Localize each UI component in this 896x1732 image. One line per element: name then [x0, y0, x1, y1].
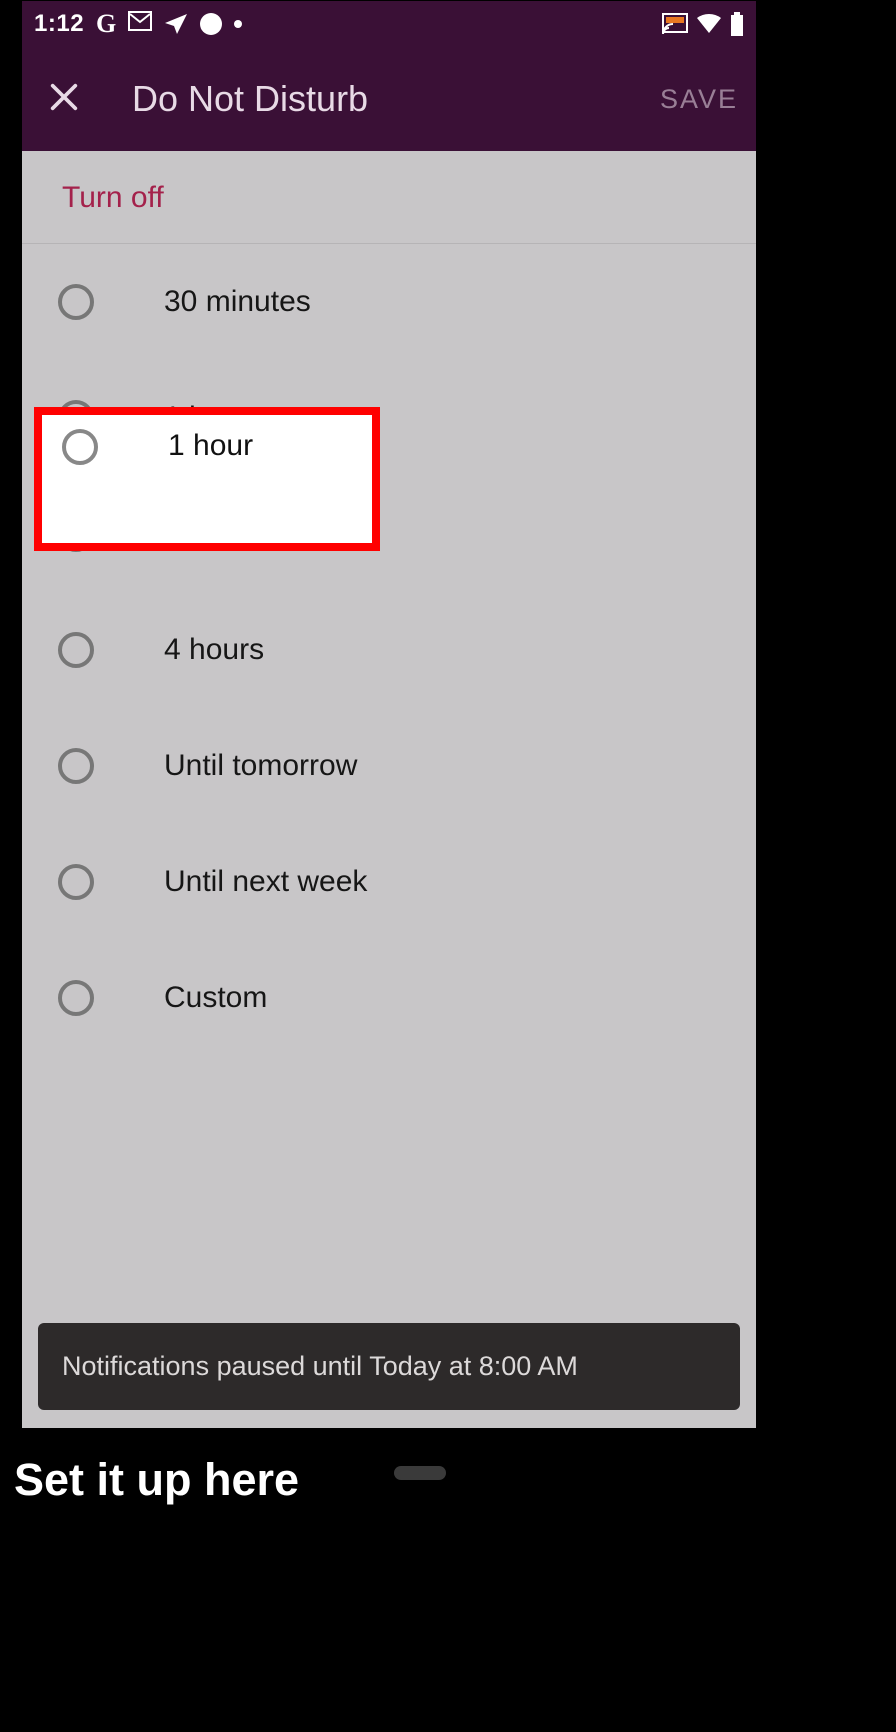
option-label: Custom: [164, 981, 267, 1015]
status-time: 1:12: [34, 10, 84, 38]
option-custom[interactable]: Custom: [22, 940, 756, 1056]
radio-icon: [58, 864, 94, 900]
radio-icon: [58, 748, 94, 784]
options-list: 30 minutes 1 hour 2 hours 4 hours Until …: [22, 244, 756, 1056]
close-button[interactable]: [40, 75, 88, 123]
battery-icon: [730, 12, 744, 36]
app-header: Do Not Disturb SAVE: [22, 47, 756, 151]
status-bar: 1:12 G: [22, 1, 756, 47]
highlight-annotation: 1 hour: [34, 407, 380, 551]
option-label: 1 hour: [168, 429, 253, 463]
mail-icon: [128, 10, 152, 38]
page-title: Do Not Disturb: [132, 78, 368, 120]
option-4-hours[interactable]: 4 hours: [22, 592, 756, 708]
google-icon: G: [96, 9, 116, 39]
status-left: 1:12 G: [34, 9, 242, 39]
radio-icon: [62, 429, 98, 465]
turn-off-button[interactable]: Turn off: [22, 151, 756, 244]
option-label: 4 hours: [164, 633, 264, 667]
option-label: 30 minutes: [164, 285, 311, 319]
radio-icon: [58, 632, 94, 668]
wifi-icon: [696, 14, 722, 34]
send-icon: [164, 13, 188, 35]
device-frame: 1:12 G: [22, 1, 756, 1428]
radio-icon: [58, 284, 94, 320]
option-label: Until tomorrow: [164, 749, 357, 783]
record-icon: [200, 13, 222, 35]
radio-icon: [58, 980, 94, 1016]
option-label: Until next week: [164, 865, 367, 899]
option-30-minutes[interactable]: 30 minutes: [22, 244, 756, 360]
option-until-tomorrow[interactable]: Until tomorrow: [22, 708, 756, 824]
instruction-caption: Set it up here: [14, 1454, 299, 1506]
notification-toast: Notifications paused until Today at 8:00…: [38, 1323, 740, 1410]
save-button[interactable]: SAVE: [660, 84, 738, 115]
close-icon: [47, 80, 81, 119]
more-indicator-icon: [234, 20, 242, 28]
nav-home-pill[interactable]: [394, 1466, 446, 1480]
content-area: Turn off 30 minutes 1 hour 2 hours 4 hou…: [22, 151, 756, 1428]
option-until-next-week[interactable]: Until next week: [22, 824, 756, 940]
cast-icon: [662, 13, 688, 35]
status-right: [662, 12, 744, 36]
